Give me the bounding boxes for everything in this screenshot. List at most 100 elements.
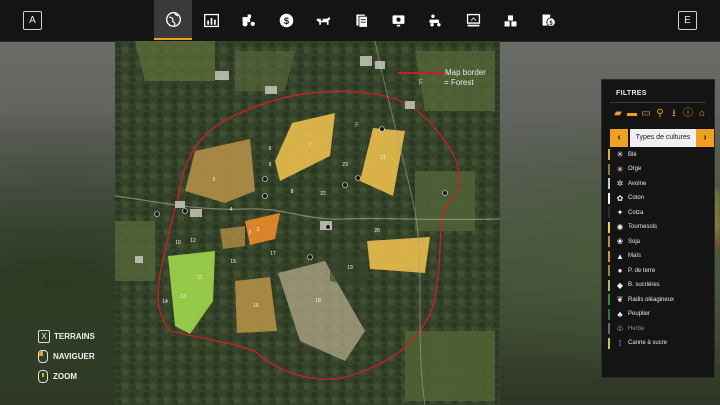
crop-color-swatch [608, 178, 610, 189]
trailer-icon[interactable]: ▭ [640, 108, 652, 120]
field-label-11: 11 [197, 275, 202, 281]
crop-label: Orge [628, 166, 642, 172]
production-icon [392, 14, 404, 26]
statistics-icon [203, 13, 219, 27]
field-label-2: 2 [249, 230, 252, 236]
field-label-20: 20 [374, 228, 380, 234]
tractor-icon[interactable]: ▰ [612, 108, 624, 120]
tab-stock[interactable] [491, 0, 529, 40]
crop-label: Tournesols [628, 224, 658, 230]
terrains-label: TERRAINS [54, 332, 95, 341]
poi-marker[interactable] [442, 190, 448, 196]
crop-color-swatch [608, 236, 610, 247]
crop-label: Soja [628, 238, 641, 245]
field-2[interactable] [220, 226, 245, 249]
crop-filter-item[interactable]: ✺ Tournesols [608, 221, 657, 234]
grass-icon: ♧ [616, 324, 624, 333]
poi-marker[interactable] [182, 208, 188, 214]
poi-marker[interactable] [262, 176, 268, 182]
border-swatch [398, 71, 444, 74]
next-filter-button[interactable]: › [696, 129, 714, 147]
finances-icon: $ [279, 13, 293, 27]
crop-filter-item[interactable]: ❀ Soja [608, 235, 640, 248]
prev-page-key[interactable]: A [23, 11, 42, 30]
home-icon[interactable]: ⌂ [696, 108, 708, 120]
wheat-icon: ✳ [616, 150, 624, 159]
tab-statistics[interactable] [192, 0, 230, 40]
crop-filter-item[interactable]: ✳ Orge [608, 163, 641, 176]
crop-type-label: Types de cultures [630, 129, 696, 147]
field-label-16: 16 [253, 303, 259, 309]
mouse-wheel-icon [38, 370, 48, 383]
sugarcane-icon: ⁞ [618, 338, 622, 348]
help-terrains: X TERRAINS [38, 330, 158, 343]
crop-filter-item[interactable]: ♧ Herbe [608, 322, 644, 335]
crop-filter-item[interactable]: ✦ Colza [608, 206, 643, 219]
sugarbeet-icon: ◆ [616, 280, 624, 290]
crop-label: Coton [628, 195, 645, 201]
download-icon[interactable]: ⭳ [668, 108, 680, 120]
tab-animals[interactable] [304, 0, 342, 40]
tool-icon[interactable]: ⚲ [654, 108, 666, 120]
farm-map[interactable]: 2 3 4 5 6 7 8 9 10 11 12 13 14 15 16 17 … [115, 41, 500, 405]
crop-label: Blé [628, 151, 637, 158]
prices-icon: $ [542, 14, 556, 27]
crop-filter-item[interactable]: ▲ Maïs [608, 250, 641, 263]
field-label-23: 23 [342, 162, 348, 168]
tab-garage[interactable] [454, 0, 492, 40]
tab-prices[interactable]: $ [529, 0, 567, 40]
poi-marker[interactable] [342, 182, 348, 188]
crop-filter-item[interactable]: ✲ Avoine [608, 177, 646, 190]
field-label-7: 7 [309, 142, 312, 148]
poi-marker[interactable] [325, 224, 331, 230]
tab-vehicles[interactable] [229, 0, 267, 40]
map-legend: Map border F = Forest [398, 68, 486, 88]
globe-icon [165, 11, 181, 27]
poi-marker[interactable] [379, 126, 385, 132]
crop-filter-item[interactable]: ♣ Peuplier [608, 308, 650, 321]
tab-production[interactable] [379, 0, 417, 40]
filters-panel: FILTRES ▰ ▬ ▭ ⚲ ⭳ ⓘ ⌂ ‹ Types de culture… [601, 79, 715, 378]
crop-filter-item[interactable]: ◆ B. sucrières [608, 279, 660, 292]
contracts-icon [355, 14, 368, 28]
crop-type-selector[interactable]: ‹ Types de cultures › [610, 129, 714, 147]
crop-filter-item[interactable]: ● P. de terre [608, 264, 655, 277]
forest-marker: F [355, 122, 359, 129]
svg-text:$: $ [283, 15, 289, 25]
legend-forest-row: F = Forest [398, 78, 486, 88]
tab-finances[interactable]: $ [267, 0, 305, 40]
forest-swatch: F [418, 78, 424, 87]
poi-marker[interactable] [154, 211, 160, 217]
help-navigate: NAVIGUER [38, 350, 158, 363]
crop-filter-item[interactable]: ✳ Blé [608, 148, 637, 161]
mouse-left-icon [38, 350, 48, 363]
crop-color-swatch [608, 323, 610, 334]
tab-contracts[interactable] [342, 0, 380, 40]
crop-label: Colza [628, 209, 644, 216]
alert-icon[interactable]: ⓘ [682, 108, 694, 120]
crop-filter-item[interactable]: ✿ Coton [608, 192, 644, 205]
next-page-key[interactable]: E [678, 11, 697, 30]
tractor-icon [242, 14, 255, 26]
field-label-3: 3 [257, 227, 260, 233]
tab-map[interactable] [154, 0, 192, 40]
poi-marker[interactable] [262, 193, 268, 199]
tab-machinery[interactable] [416, 0, 454, 40]
cotton-icon: ✿ [616, 193, 624, 203]
crop-label: Peuplier [628, 311, 651, 317]
prev-filter-button[interactable]: ‹ [610, 129, 628, 147]
field-label-10: 10 [175, 240, 181, 246]
field-20[interactable] [367, 237, 430, 273]
crop-label: P. de terre [628, 267, 656, 274]
barley-icon: ✳ [616, 164, 624, 174]
navigate-label: NAVIGUER [53, 352, 95, 361]
poi-marker[interactable] [355, 175, 361, 181]
poi-marker[interactable] [307, 254, 313, 260]
crop-color-swatch [608, 265, 610, 276]
crop-color-swatch [608, 308, 610, 320]
crop-filter-item[interactable]: ⁞ Canne à sucre [608, 337, 667, 350]
crop-color-swatch [608, 207, 610, 218]
legend-border-row: Map border [398, 68, 486, 78]
crop-filter-item[interactable]: ❦ Radis oléagineux [608, 293, 674, 306]
combine-icon[interactable]: ▬ [626, 108, 638, 120]
